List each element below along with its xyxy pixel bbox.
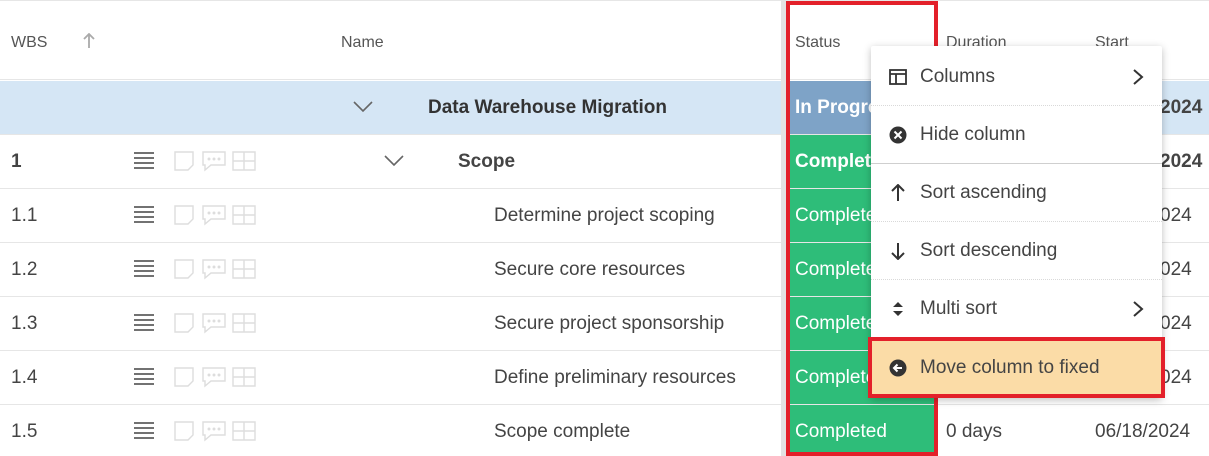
task-wbs: 1 (11, 151, 22, 172)
row-menu-icon[interactable] (133, 366, 155, 388)
task-start: 024 (1160, 367, 1192, 388)
menu-item-move-column-to-fixed[interactable]: Move column to fixed (871, 339, 1162, 397)
row-menu-icon[interactable] (133, 204, 155, 226)
multi-sort-icon (893, 302, 903, 316)
task-wbs: 1.2 (11, 259, 38, 280)
row-indicator-icons (174, 421, 256, 442)
menu-item-hide-column[interactable]: Hide column (871, 106, 1162, 164)
row-indicator-icons (174, 367, 256, 388)
task-wbs: 1.1 (11, 205, 38, 226)
menu-item-label: Hide column (920, 124, 1026, 145)
chevron-down-icon[interactable] (384, 154, 404, 168)
column-header-status[interactable]: Status (795, 34, 840, 52)
task-name: Scope (458, 151, 516, 172)
chevron-right-icon (1133, 69, 1144, 85)
task-wbs: 1.3 (11, 313, 38, 334)
grid-splitter[interactable] (781, 0, 786, 456)
row-indicator-icons (174, 151, 256, 172)
arrow-up-icon (891, 184, 905, 201)
task-start: 024 (1160, 313, 1192, 334)
task-name: Data Warehouse Migration (428, 97, 667, 118)
menu-item-multi-sort[interactable]: Multi sort (871, 280, 1162, 338)
menu-item-label: Sort ascending (920, 182, 1047, 203)
menu-item-label: Move column to fixed (920, 357, 1100, 378)
menu-item-columns[interactable]: Columns (871, 48, 1162, 106)
arrow-down-icon (891, 243, 905, 260)
task-wbs: 1.4 (11, 367, 38, 388)
move-left-icon (889, 359, 907, 377)
task-name: Secure core resources (494, 259, 686, 280)
status-badge: Completed (788, 405, 935, 456)
row-menu-icon[interactable] (133, 258, 155, 280)
row-indicator-icons (174, 205, 256, 226)
task-name: Define preliminary resources (494, 367, 736, 388)
task-name: Determine project scoping (494, 205, 715, 226)
task-duration: 0 days (946, 421, 1002, 442)
column-context-menu: Columns Hide column Sort ascending Sort … (871, 46, 1162, 398)
menu-item-label: Columns (920, 66, 995, 87)
row-indicator-icons (174, 313, 256, 334)
row-indicator-icons (174, 259, 256, 280)
chevron-down-icon[interactable] (353, 100, 373, 114)
task-wbs: 1.5 (11, 421, 38, 442)
sort-arrow-up-icon[interactable] (82, 33, 96, 49)
chevron-right-icon (1133, 301, 1144, 317)
menu-item-sort-ascending[interactable]: Sort ascending (871, 164, 1162, 222)
row-menu-icon[interactable] (133, 420, 155, 442)
column-header-wbs[interactable]: WBS (11, 34, 47, 52)
menu-item-label: Multi sort (920, 298, 998, 319)
task-name: Scope complete (494, 421, 631, 442)
task-name: Secure project sponsorship (494, 313, 725, 334)
row-menu-icon[interactable] (133, 150, 155, 172)
columns-icon (889, 69, 907, 85)
menu-item-label: Sort descending (920, 240, 1058, 261)
task-start: 024 (1160, 259, 1192, 280)
column-header-name[interactable]: Name (341, 34, 384, 52)
row-menu-icon[interactable] (133, 312, 155, 334)
task-start: 2024 (1160, 151, 1203, 172)
hide-column-icon (889, 126, 907, 144)
task-start: 024 (1160, 205, 1192, 226)
menu-item-sort-descending[interactable]: Sort descending (871, 222, 1162, 280)
task-start: 2024 (1160, 97, 1203, 118)
task-start: 06/18/2024 (1095, 421, 1191, 442)
table-row[interactable]: 1.5 Scope complete Completed 0 days 06/1… (0, 405, 1209, 456)
